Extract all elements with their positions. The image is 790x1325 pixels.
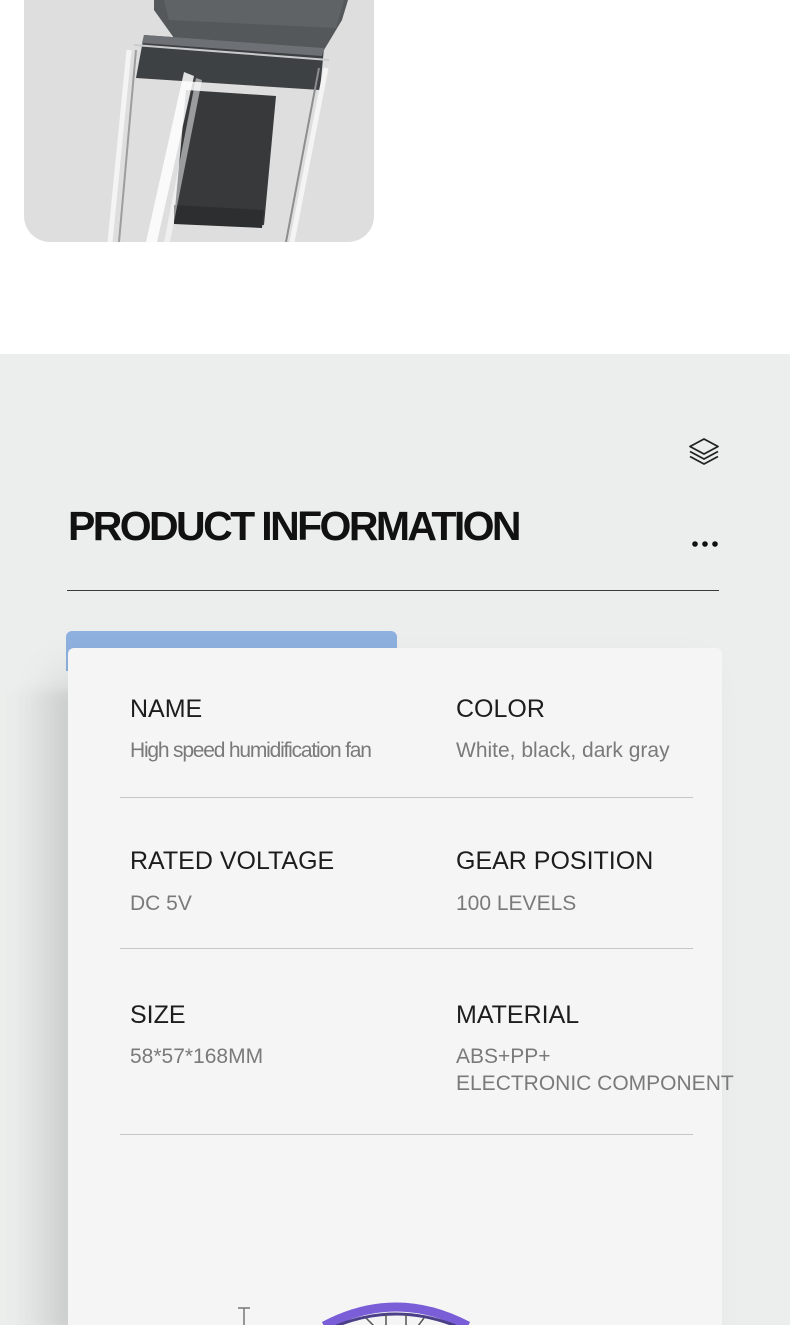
row-divider	[120, 797, 693, 798]
title-divider	[67, 590, 719, 591]
spec-label-color: COLOR	[456, 695, 545, 723]
section-title: PRODUCT INFORMATION	[68, 503, 522, 549]
spec-label-gear: GEAR POSITION	[456, 847, 654, 875]
spec-value-material-line2: ELECTRONIC COMPONENT	[456, 1072, 734, 1095]
spec-value-color: White, black, dark gray	[456, 739, 670, 762]
spec-label-voltage: RATED VOLTAGE	[130, 847, 335, 875]
spec-value-name: High speed humidification fan	[130, 739, 372, 762]
layers-icon	[687, 436, 721, 470]
spec-value-gear: 100 LEVELS	[456, 892, 577, 915]
product-page: PRODUCT INFORMATION NAME High speed humi…	[0, 0, 790, 1325]
row-divider	[120, 1134, 693, 1135]
product-photo	[24, 0, 374, 242]
row-divider	[120, 948, 693, 949]
spec-label-material: MATERIAL	[456, 1001, 580, 1029]
more-dots-icon	[690, 535, 722, 551]
spec-value-voltage: DC 5V	[130, 892, 192, 915]
spec-label-size: SIZE	[130, 1001, 186, 1029]
spec-value-material-line1: ABS+PP+	[456, 1045, 551, 1068]
spec-label-name: NAME	[130, 695, 203, 723]
fan-illustration	[236, 1296, 486, 1325]
humidifier-fan-illustration	[107, 0, 348, 242]
spec-value-size: 58*57*168MM	[130, 1045, 264, 1068]
